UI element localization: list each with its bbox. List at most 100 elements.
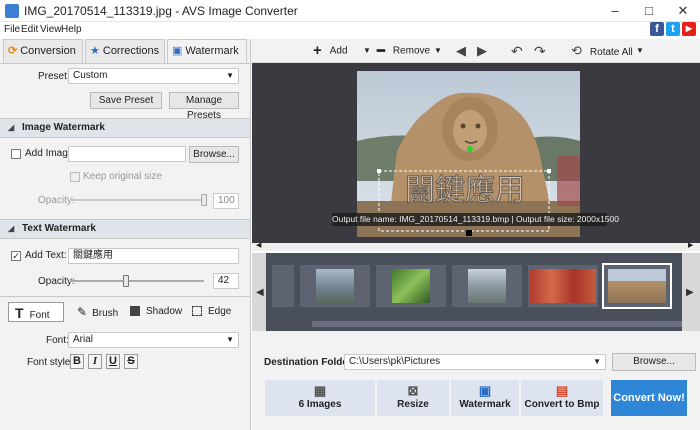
font-icon: T [15,305,24,321]
thumbnail-image [530,269,596,303]
edge-tool-button[interactable]: Edge [192,302,231,322]
image-opacity-slider[interactable] [70,199,204,201]
font-style-label: Font style: [27,357,74,368]
manage-presets-button[interactable]: Manage Presets [169,92,239,121]
twitter-icon[interactable]: t [666,22,680,36]
thumbnail-image [316,269,354,303]
rotate-all-button[interactable]: ⟲ Rotate All [571,39,633,63]
browse-image-button[interactable]: Browse... [189,146,239,163]
preset-label: Preset: [38,71,70,82]
brush-tool-button[interactable]: ✎ Brush [77,302,118,322]
browse-destination-button[interactable]: Browse... [612,353,696,371]
add-image-checkbox[interactable] [11,149,21,159]
watermark-icon: ▣ [478,383,492,398]
maximize-button[interactable]: □ [632,0,666,22]
collapse-icon: ◢ [8,123,15,132]
text-opacity-value[interactable]: 42 [213,273,239,289]
close-button[interactable]: ✕ [666,0,700,22]
scroll-right-icon[interactable]: ▶ [688,241,693,249]
strikethrough-button[interactable]: S [124,354,138,369]
bold-button[interactable]: B [70,354,84,369]
next-icon[interactable]: ▶ [477,39,487,63]
rotate-all-icon: ⟲ [571,43,582,58]
step-images[interactable]: ▦ 6 Images [265,380,375,416]
image-watermark-header[interactable]: ◢ Image Watermark [0,118,250,138]
thumbnail-image [392,269,430,303]
thumbnail-item[interactable] [376,265,446,307]
tab-watermark[interactable]: ▣ Watermark [167,39,247,64]
app-icon [5,4,19,18]
thumbnail-item[interactable] [528,265,598,307]
title-bar: IMG_20170514_113319.jpg - AVS Image Conv… [0,0,700,22]
image-opacity-thumb[interactable] [201,194,207,206]
thumbnail-scrollbar[interactable] [312,321,682,327]
step-resize[interactable]: ⊠ Resize [377,380,449,416]
strip-left-icon[interactable]: ◀ [256,287,264,298]
destination-path-select[interactable]: C:\Users\pk\Pictures ▼ [344,354,606,370]
rotate-right-icon[interactable]: ↷ [534,39,546,63]
step-watermark[interactable]: ▣ Watermark [451,380,519,416]
tab-conversion[interactable]: ⟳ Conversion [3,39,83,63]
font-select[interactable]: Arial ▼ [68,332,239,348]
text-opacity-thumb[interactable] [123,275,130,287]
toolbar: + Add ▼ ━ Remove ▼ ◀ ▶ ↶ ↷ ⟲ Rotate All ▼ [251,39,700,63]
underline-button[interactable]: U [106,354,120,369]
menu-file[interactable]: File [4,24,20,35]
add-button[interactable]: + Add [313,39,348,63]
collapse-icon: ◢ [8,224,15,233]
chevron-down-icon: ▼ [226,335,234,344]
tab-corrections[interactable]: ★ Corrections [85,39,165,63]
image-opacity-value[interactable]: 100 [213,193,239,209]
window-title: IMG_20170514_113319.jpg - AVS Image Conv… [24,4,298,18]
minimize-button[interactable]: – [598,0,632,22]
add-dropdown-icon[interactable]: ▼ [363,39,371,63]
facebook-icon[interactable]: f [650,22,664,36]
remove-dropdown-icon[interactable]: ▼ [434,39,442,63]
menu-edit[interactable]: Edit [21,24,38,35]
rotate-dropdown-icon[interactable]: ▼ [636,39,644,63]
shadow-tool-button[interactable]: Shadow [130,302,182,322]
menu-bar: File Edit View Help [0,22,700,38]
thumbnail-item-selected[interactable] [602,263,672,309]
add-text-checkbox[interactable]: ✓ [11,251,21,261]
plus-icon: + [313,42,322,59]
edge-icon [192,306,202,317]
italic-button[interactable]: I [88,354,102,369]
thumbnail-item[interactable] [300,265,370,307]
preset-select[interactable]: Custom ▼ [68,68,239,84]
text-opacity-slider[interactable] [70,280,204,282]
convert-now-button[interactable]: Convert Now! [611,380,687,416]
thumbnail-item[interactable] [452,265,522,307]
font-tool-button[interactable]: T Font [8,302,64,322]
settings-panel: ⟳ Conversion ★ Corrections ▣ Watermark Pres… [0,39,251,430]
resize-handle[interactable] [466,230,472,236]
text-watermark-header[interactable]: ◢ Text Watermark [0,219,250,239]
strip-right-icon[interactable]: ▶ [686,287,694,298]
scroll-left-icon[interactable]: ◀ [256,241,261,249]
image-path-input[interactable] [68,146,186,162]
refresh-icon: ⟳ [8,45,18,57]
thumbnail-strip: ◀ ▶ [252,253,700,331]
chevron-down-icon: ▼ [593,357,601,366]
watermark-icon: ▣ [172,45,183,57]
bmp-icon: ▤ [555,383,569,398]
preview-scrollbar[interactable]: ◀ ▶ [252,241,700,251]
resize-icon: ⊠ [407,383,419,398]
previous-icon[interactable]: ◀ [456,39,466,63]
menu-view[interactable]: View [40,24,62,35]
thumbnail-image [608,269,666,303]
youtube-icon[interactable]: ▶ [682,22,696,36]
brush-icon: ✎ [77,305,88,319]
thumbnail-image [468,269,506,303]
font-label: Font: [46,335,69,346]
watermark-text-input[interactable]: 關鍵應用 [68,248,239,264]
keep-original-checkbox[interactable] [70,172,80,182]
menu-help[interactable]: Help [61,24,82,35]
remove-button[interactable]: ━ Remove [377,39,430,63]
step-convert-format[interactable]: ▤ Convert to Bmp [521,380,603,416]
rotate-left-icon[interactable]: ↶ [511,39,523,63]
thumbnail-item[interactable] [272,265,294,307]
save-preset-button[interactable]: Save Preset [90,92,162,109]
star-icon: ★ [90,45,100,57]
destination-label: Destination Folder: [264,357,356,368]
